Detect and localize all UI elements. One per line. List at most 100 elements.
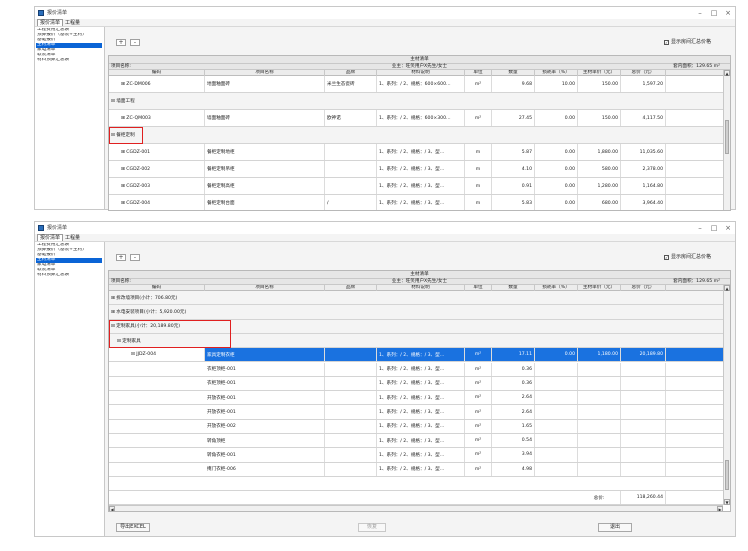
collapse-all-button[interactable]: - [130, 254, 140, 261]
total-value: 118,260.44 [621, 491, 666, 505]
cell-price-col [578, 376, 621, 391]
sub-item-row[interactable]: 衣柜顶柜-001 1、系列：/ 2、规格：/ 3、型… m² 0.36 [109, 362, 730, 377]
scroll-down-icon[interactable]: ▼ [724, 499, 730, 505]
table-row[interactable]: ⊞ ZC-DM006 地面釉面砖 米兰生态瓷砖 1、系列：/ 2、规格：600×600… [109, 76, 730, 93]
scrollbar-thumb[interactable] [725, 120, 729, 154]
show-room-summary-checkbox[interactable]: ✓ [664, 255, 669, 260]
table-row[interactable]: ⊞ ZC-QM003 墙面釉面砖 欧神诺 1、系列：/ 2、规格：600×300… m²… [109, 110, 730, 127]
table-row[interactable]: ⊞ CGDZ-004 餐柜定制台面/1、系列：/ 2、规格：/ 3、型… m 5.83… [109, 195, 730, 210]
expand-all-button[interactable]: + [116, 39, 126, 46]
cell-loss-col [535, 391, 578, 405]
cell-spec-col: 1、系列：/ 2、规格：/ 3、型… [377, 195, 465, 210]
cell-price-col: 150.00 [578, 110, 621, 126]
cell-loss-col: 0.00 [535, 161, 578, 177]
cell-price-col: 1,880.00 [578, 144, 621, 160]
cell-brand-col [325, 462, 377, 476]
group-label[interactable]: ⊞ 水电安装项目(小计：5,920.00元) [111, 305, 186, 318]
sidebar: 工程费用汇总表 预算报价（基装+主材） 基础报价 主材清单 家电清单 软装清单 … [35, 27, 105, 209]
cell-spec-col: 1、系列：/ 2、规格：600×600… [377, 76, 465, 92]
cell-price-col: 680.00 [578, 195, 621, 210]
show-room-summary-checkbox[interactable]: ✓ [664, 40, 669, 45]
cell-total-col [621, 391, 666, 405]
sub-item-row[interactable]: 掩门衣柜-006 1、系列：/ 2、规格：/ 3、型… m² 4.98 [109, 462, 730, 477]
cell-name-col: 转角顶柜 [205, 434, 325, 448]
cell-total-col: 2,378.00 [621, 161, 666, 177]
table-row[interactable]: ⊞ CGDZ-003 餐柜定制高柜 1、系列：/ 2、规格：/ 3、型… m 0.91 0… [109, 178, 730, 195]
cell-brand-col [325, 362, 377, 376]
cell-loss-col [535, 462, 578, 476]
close-button[interactable]: × [721, 7, 735, 19]
cell-qty-col: 2.64 [492, 405, 535, 419]
cell-code-col [109, 363, 205, 376]
cell-code-col: ⊞ CGDZ-003 [109, 178, 205, 194]
cell-unit-col: m² [465, 348, 492, 362]
group-label[interactable]: ⊟ 墙面工程 [111, 93, 135, 109]
menu-quote-list[interactable]: 报价清单 [37, 19, 64, 26]
group-row[interactable]: ⊟ 餐柜定制 [109, 127, 730, 144]
cell-name-col: 衣柜顶柜-001 [205, 376, 325, 391]
scroll-up-icon[interactable]: ▲ [724, 285, 730, 291]
cell-unit-col: m² [465, 405, 492, 419]
cell-spec-col: 1、系列：/ 2、规格：/ 3、型… [377, 362, 465, 376]
menu-quote-list[interactable]: 报价清单 [37, 234, 64, 241]
cell-code-col [109, 377, 205, 390]
cell-price-col: 580.00 [578, 161, 621, 177]
restore-button[interactable]: 恢复 [358, 523, 386, 532]
cell-loss-col [535, 362, 578, 376]
sub-item-row[interactable]: 开放衣柜-002 1、系列：/ 2、规格：/ 3、型… m² 1.65 [109, 419, 730, 434]
cell-total-col [621, 462, 666, 476]
scroll-up-icon[interactable]: ▲ [724, 70, 730, 76]
close-button[interactable]: × [721, 222, 735, 234]
maximize-button[interactable]: □ [707, 222, 721, 234]
sub-item-row[interactable]: 开放衣柜-001 1、系列：/ 2、规格：/ 3、型… m² 2.64 [109, 405, 730, 420]
cell-unit-col: m [465, 178, 492, 194]
scrollbar-thumb[interactable] [725, 460, 729, 490]
cell-total-col [621, 405, 666, 419]
cell-loss-col [535, 405, 578, 419]
cell-unit-col: m [465, 144, 492, 160]
exit-button[interactable]: 退出 [598, 523, 632, 532]
expand-all-button[interactable]: + [116, 254, 126, 261]
cell-price-col [578, 419, 621, 433]
title-bar: 报价清单 – □ × [35, 7, 735, 19]
group-label[interactable]: ⊞ 拆改墙项目(小计：706.80元) [111, 291, 177, 304]
cell-name-col: 餐柜定制地柜 [205, 144, 325, 160]
vertical-scrollbar[interactable]: ▲ [723, 70, 730, 210]
cell-price-col [578, 391, 621, 405]
collapse-all-button[interactable]: - [130, 39, 140, 46]
maximize-button[interactable]: □ [707, 7, 721, 19]
vertical-scrollbar[interactable]: ▲ ▼ [723, 285, 730, 505]
sidebar-item-material-budget[interactable]: 材料预算汇总表 [36, 273, 102, 278]
cell-brand-col [325, 178, 377, 194]
menu-quantity[interactable]: 工程量 [63, 234, 82, 242]
scroll-right-icon[interactable]: ▶ [717, 506, 723, 511]
cell-price-col [578, 362, 621, 376]
cell-name-col: 餐柜定制吊柜 [205, 161, 325, 177]
group-row[interactable]: ⊞ 拆改墙项目(小计：706.80元) [109, 291, 730, 306]
minimize-button[interactable]: – [693, 222, 707, 234]
export-excel-button[interactable]: 导出EXCEL [116, 523, 150, 532]
sub-item-row[interactable]: 转角顶柜 1、系列：/ 2、规格：/ 3、型… m² 0.54 [109, 434, 730, 449]
minimize-button[interactable]: – [693, 7, 707, 19]
table-row[interactable]: ⊟ JJDZ-004 家具定制衣柜 1、系列：/ 2、规格：/ 3、型… m² 17.1… [109, 348, 730, 363]
horizontal-scrollbar[interactable]: ◀ ▶ [109, 505, 723, 511]
table-row[interactable]: ⊞ CGDZ-002 餐柜定制吊柜 1、系列：/ 2、规格：/ 3、型… m 4.10 0… [109, 161, 730, 178]
group-row[interactable]: ⊞ 水电安装项目(小计：5,920.00元) [109, 305, 730, 320]
table-row[interactable]: ⊞ CGDZ-001 餐柜定制地柜 1、系列：/ 2、规格：/ 3、型… m 5.87 0… [109, 144, 730, 161]
cell-total-col [621, 362, 666, 376]
cell-unit-col: m [465, 161, 492, 177]
cell-code-col [109, 463, 205, 476]
cell-price-col [578, 434, 621, 448]
sub-item-row[interactable]: 衣柜顶柜-001 1、系列：/ 2、规格：/ 3、型… m² 0.36 [109, 376, 730, 392]
group-row[interactable]: ⊟ 墙面工程 [109, 93, 730, 110]
menu-quantity[interactable]: 工程量 [63, 19, 82, 27]
sidebar-item-material-budget[interactable]: 材料预算汇总表 [36, 58, 102, 63]
cell-unit-col: m² [465, 462, 492, 476]
cell-code-col: ⊞ ZC-DM006 [109, 76, 205, 92]
sub-item-row[interactable]: 转角衣柜-001 1、系列：/ 2、规格：/ 3、型… m² 3.94 [109, 448, 730, 463]
cell-spec-col: 1、系列：/ 2、规格：/ 3、型… [377, 391, 465, 405]
scroll-left-icon[interactable]: ◀ [109, 506, 115, 511]
sub-item-row[interactable]: 开放衣柜-001 1、系列：/ 2、规格：/ 3、型… m² 2.64 [109, 391, 730, 406]
cell-brand-col [325, 376, 377, 391]
cell-qty-col: 5.83 [492, 195, 535, 210]
